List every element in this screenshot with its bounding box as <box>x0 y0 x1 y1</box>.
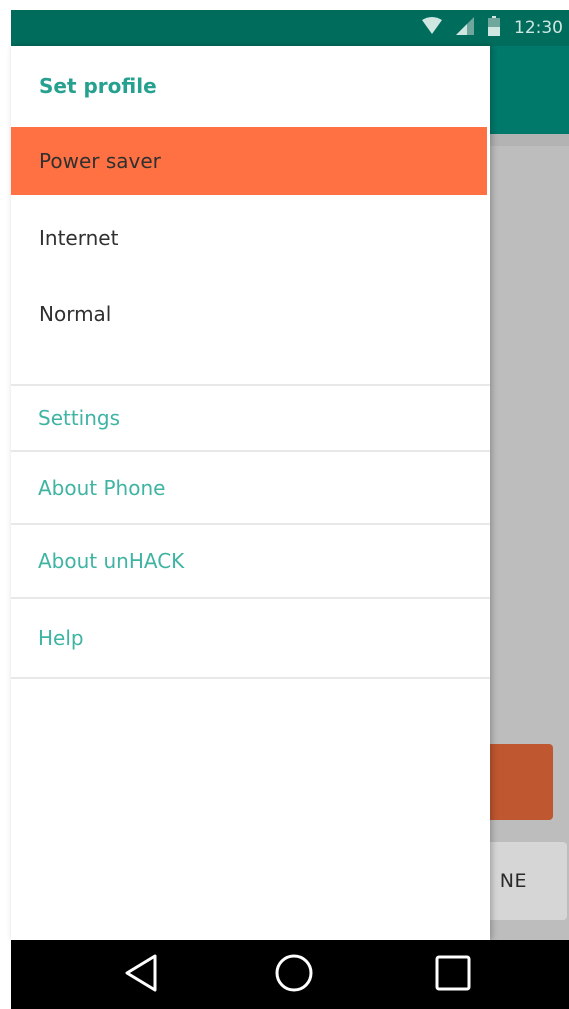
menu-item-about-phone[interactable]: About Phone <box>11 452 490 524</box>
menu-item-about-unhack[interactable]: About unHACK <box>11 525 490 597</box>
battery-icon <box>488 16 500 40</box>
profile-item-label: Power saver <box>39 149 161 173</box>
menu-item-label: About unHACK <box>38 549 185 573</box>
profile-item-label: Internet <box>39 226 119 250</box>
menu-item-label: Settings <box>38 406 121 430</box>
menu-item-label: About Phone <box>38 476 166 500</box>
status-bar: 12:30 <box>11 10 569 46</box>
back-button[interactable] <box>106 940 176 1009</box>
app-secondary-button-label: NE <box>499 870 527 892</box>
profile-item-label: Normal <box>39 302 112 326</box>
wifi-icon <box>422 17 442 39</box>
recents-button[interactable] <box>418 940 488 1009</box>
navigation-drawer: Set profile Power saver Internet Normal … <box>11 46 490 940</box>
recents-icon <box>435 955 471 995</box>
profile-item-normal[interactable]: Normal <box>11 280 487 348</box>
signal-icon <box>456 17 474 39</box>
system-navigation-bar <box>11 940 569 1009</box>
divider <box>11 677 490 679</box>
drawer-header: Set profile <box>39 74 157 98</box>
profile-item-power-saver[interactable]: Power saver <box>11 127 487 195</box>
home-icon <box>274 953 314 997</box>
profile-item-internet[interactable]: Internet <box>11 204 487 272</box>
menu-item-settings[interactable]: Settings <box>11 386 490 450</box>
menu-item-help[interactable]: Help <box>11 599 490 677</box>
home-button[interactable] <box>259 940 329 1009</box>
status-time: 12:30 <box>514 18 563 38</box>
status-icons: 12:30 <box>422 10 563 46</box>
menu-item-label: Help <box>38 626 84 650</box>
back-icon <box>124 954 158 996</box>
screen: 12:30 NE Set profile Power saver Interne… <box>0 0 569 1009</box>
